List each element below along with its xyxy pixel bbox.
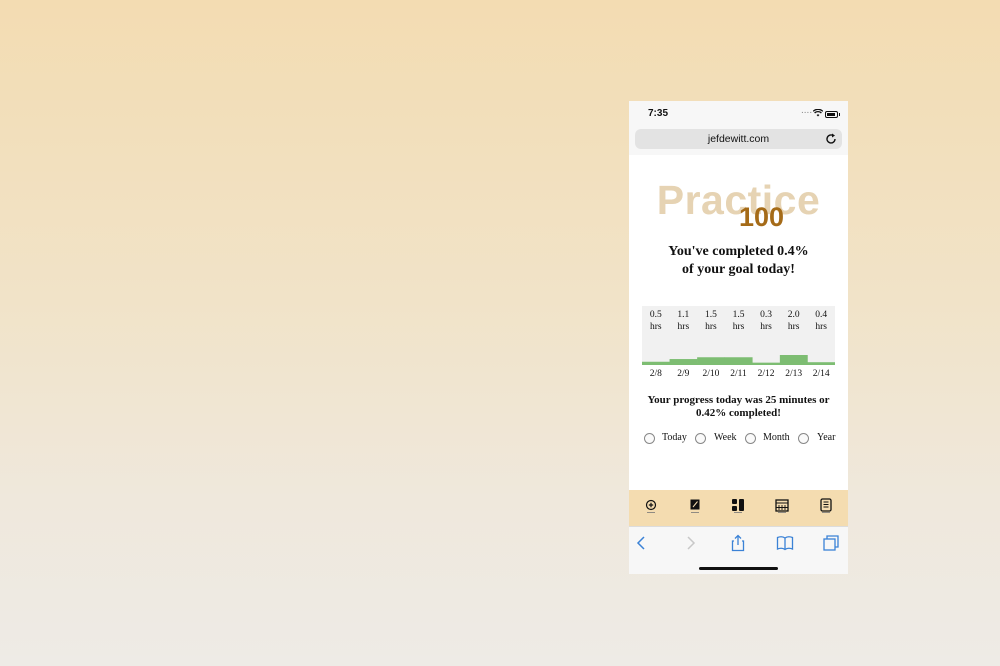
edit-log-icon[interactable] — [688, 498, 702, 514]
value-label-number: 0.5 — [649, 310, 662, 320]
logo-number: 100 — [739, 202, 785, 232]
value-label-unit: hrs — [815, 322, 828, 332]
value-label: 0.5 hrs — [642, 309, 669, 333]
value-label-number: 1.1 — [677, 310, 690, 320]
radio-label-today[interactable]: Today — [662, 432, 687, 443]
date-label: 2/9 — [677, 369, 690, 379]
radio-week[interactable] — [695, 433, 706, 444]
date-label: 2/10 — [702, 369, 720, 379]
range-selector: Today Week Month Year — [629, 431, 848, 447]
signal-dots: .... — [801, 105, 813, 116]
address-bar[interactable]: jefdewitt.com — [635, 129, 842, 149]
value-label-unit: hrs — [677, 322, 690, 332]
date-label: 2/12 — [757, 369, 775, 379]
status-bar: 7:35 .... — [629, 101, 848, 127]
page-content: Practice 100 You've completed 0.4% of yo… — [629, 155, 848, 490]
value-label-number: 2.0 — [787, 310, 800, 320]
status-time: 7:35 — [648, 108, 669, 119]
value-label: 1.1 hrs — [670, 309, 697, 333]
app-bottom-nav — [629, 490, 848, 526]
list-icon[interactable] — [819, 498, 833, 514]
calendar-icon[interactable] — [775, 498, 789, 514]
bookmarks-icon[interactable] — [776, 534, 794, 552]
radio-label-month[interactable]: Month — [763, 432, 790, 443]
radio-year[interactable] — [798, 433, 809, 444]
goal-headline: You've completed 0.4% of your goal today… — [629, 243, 848, 279]
add-entry-icon[interactable] — [644, 498, 658, 514]
date-label: 2/14 — [812, 369, 830, 379]
value-label-unit: hrs — [732, 322, 745, 332]
tabs-icon[interactable] — [822, 534, 840, 552]
value-label-unit: hrs — [760, 322, 772, 332]
value-label: 0.4 hrs — [808, 309, 835, 333]
value-label-unit: hrs — [787, 322, 800, 332]
date-label: 2/13 — [785, 369, 803, 379]
url-text: jefdewitt.com — [707, 133, 770, 145]
value-label: 0.3 hrs — [753, 309, 780, 333]
reload-icon[interactable] — [825, 133, 837, 145]
progress-line-2: 0.42% completed! — [696, 407, 781, 419]
forward-icon[interactable] — [681, 534, 699, 552]
date-label: 2/8 — [649, 369, 662, 379]
back-icon[interactable] — [633, 534, 651, 552]
headline-line-2: of your goal today! — [682, 262, 795, 277]
address-bar-area: jefdewitt.com — [629, 127, 848, 155]
progress-text: Your progress today was 25 minutes or 0.… — [629, 394, 848, 420]
wifi-icon — [813, 109, 823, 117]
date-label: 2/11 — [730, 369, 747, 379]
headline-line-1: You've completed 0.4% — [668, 244, 809, 259]
value-label-unit: hrs — [649, 322, 662, 332]
value-label: 2.0 hrs — [780, 309, 807, 333]
value-label: 1.5 hrs — [697, 309, 724, 333]
phone-screen: 7:35 .... jefdewitt.com Practice 100 You… — [629, 101, 848, 574]
value-label-number: 0.4 — [815, 310, 828, 320]
battery-icon — [825, 111, 840, 118]
radio-label-week[interactable]: Week — [714, 432, 737, 443]
chart-baseline — [642, 363, 835, 365]
value-label: 1.5 hrs — [725, 309, 752, 333]
value-label-unit: hrs — [705, 322, 717, 332]
value-label-number: 1.5 — [704, 310, 717, 320]
progress-line-1: Your progress today was 25 minutes or — [647, 394, 830, 406]
stats-icon[interactable] — [731, 498, 745, 514]
browser-toolbar — [629, 526, 848, 574]
home-indicator — [699, 567, 778, 570]
radio-today[interactable] — [644, 433, 655, 444]
radio-label-year[interactable]: Year — [817, 432, 835, 443]
share-icon[interactable] — [729, 534, 747, 552]
value-label-number: 1.5 — [732, 310, 745, 320]
radio-month[interactable] — [745, 433, 756, 444]
value-label-number: 0.3 — [760, 310, 772, 320]
